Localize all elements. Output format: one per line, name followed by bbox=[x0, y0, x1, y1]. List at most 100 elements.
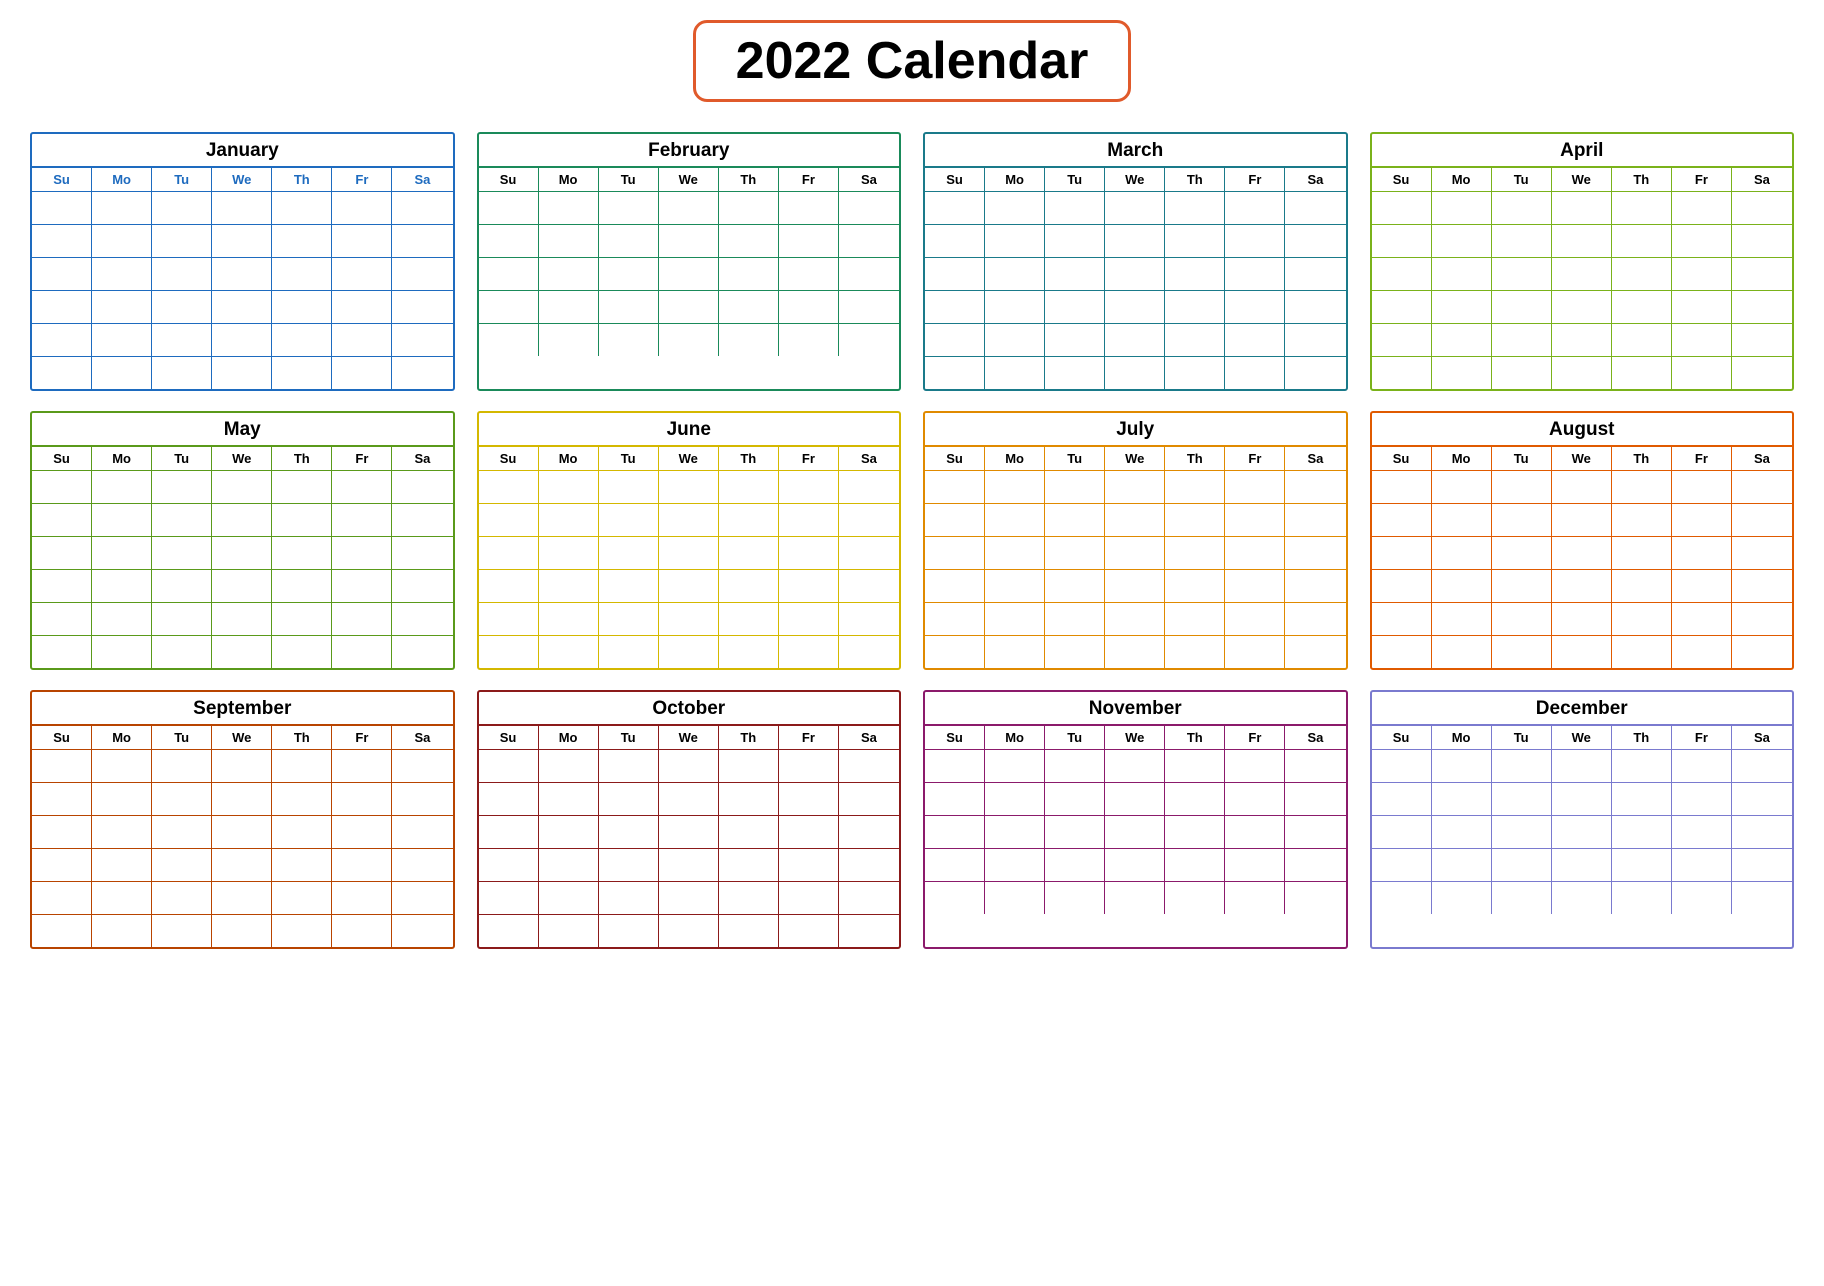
day-cell bbox=[1492, 603, 1552, 635]
day-cell bbox=[1492, 636, 1552, 668]
day-cell bbox=[1105, 750, 1165, 782]
week-row bbox=[32, 915, 453, 947]
day-cell bbox=[1165, 291, 1225, 323]
day-header-su: Su bbox=[479, 168, 539, 191]
day-header-fr: Fr bbox=[1225, 168, 1285, 191]
day-cell bbox=[479, 291, 539, 323]
day-cell bbox=[1285, 504, 1345, 536]
day-cell bbox=[1225, 882, 1285, 914]
day-header-su: Su bbox=[925, 168, 985, 191]
day-cell bbox=[1552, 537, 1612, 569]
week-row bbox=[925, 882, 1346, 914]
day-cell bbox=[925, 225, 985, 257]
day-cell bbox=[332, 783, 392, 815]
week-row bbox=[479, 849, 900, 882]
week-row bbox=[925, 750, 1346, 783]
day-cell bbox=[1672, 849, 1732, 881]
day-cell bbox=[332, 882, 392, 914]
day-cell bbox=[392, 750, 452, 782]
day-cell bbox=[92, 291, 152, 323]
week-row bbox=[479, 324, 900, 356]
day-cell bbox=[32, 816, 92, 848]
day-cell bbox=[1372, 636, 1432, 668]
day-cell bbox=[332, 750, 392, 782]
day-cell bbox=[272, 636, 332, 668]
day-header-tu: Tu bbox=[152, 726, 212, 749]
day-cell bbox=[779, 471, 839, 503]
day-header-th: Th bbox=[1165, 726, 1225, 749]
day-cell bbox=[1612, 192, 1672, 224]
day-cell bbox=[1612, 504, 1672, 536]
day-cell bbox=[479, 750, 539, 782]
day-cell bbox=[1492, 471, 1552, 503]
day-cell bbox=[659, 636, 719, 668]
day-cell bbox=[212, 324, 272, 356]
day-cell bbox=[659, 504, 719, 536]
day-cell bbox=[479, 636, 539, 668]
day-cell bbox=[1045, 636, 1105, 668]
day-cell bbox=[839, 915, 899, 947]
day-cell bbox=[1225, 504, 1285, 536]
day-cell bbox=[332, 357, 392, 389]
day-header-sa: Sa bbox=[1732, 726, 1792, 749]
day-cell bbox=[779, 225, 839, 257]
day-cell bbox=[92, 849, 152, 881]
day-header-fr: Fr bbox=[1672, 447, 1732, 470]
day-cell bbox=[719, 849, 779, 881]
day-cell bbox=[1492, 504, 1552, 536]
week-row bbox=[1372, 783, 1793, 816]
day-header-th: Th bbox=[1612, 447, 1672, 470]
day-cell bbox=[985, 471, 1045, 503]
day-cell bbox=[1045, 504, 1105, 536]
day-cell bbox=[839, 258, 899, 290]
day-cell bbox=[92, 504, 152, 536]
day-cell bbox=[719, 816, 779, 848]
day-cell bbox=[272, 816, 332, 848]
week-row bbox=[925, 537, 1346, 570]
week-row bbox=[1372, 258, 1793, 291]
day-header-su: Su bbox=[925, 726, 985, 749]
day-cell bbox=[92, 570, 152, 602]
week-row bbox=[479, 471, 900, 504]
day-cell bbox=[212, 570, 272, 602]
day-cell bbox=[32, 291, 92, 323]
day-cell bbox=[479, 783, 539, 815]
day-cell bbox=[1492, 882, 1552, 914]
day-cell bbox=[392, 324, 452, 356]
day-header-tu: Tu bbox=[1492, 726, 1552, 749]
day-cell bbox=[599, 882, 659, 914]
day-header-sa: Sa bbox=[1285, 726, 1345, 749]
day-cell bbox=[539, 192, 599, 224]
day-header-th: Th bbox=[1165, 168, 1225, 191]
day-cell bbox=[659, 471, 719, 503]
day-cell bbox=[1492, 750, 1552, 782]
month-nov: NovemberSuMoTuWeThFrSa bbox=[923, 690, 1348, 949]
day-cell bbox=[1372, 258, 1432, 290]
day-cell bbox=[719, 192, 779, 224]
day-cell bbox=[985, 570, 1045, 602]
week-row bbox=[32, 603, 453, 636]
month-header-oct: October bbox=[479, 692, 900, 726]
day-cell bbox=[1552, 225, 1612, 257]
day-cell bbox=[1552, 471, 1612, 503]
week-row bbox=[1372, 636, 1793, 668]
day-cell bbox=[985, 849, 1045, 881]
day-cell bbox=[659, 291, 719, 323]
day-cell bbox=[479, 849, 539, 881]
day-cell bbox=[1612, 570, 1672, 602]
day-cell bbox=[1225, 537, 1285, 569]
day-cell bbox=[985, 504, 1045, 536]
day-cell bbox=[152, 570, 212, 602]
month-header-dec: December bbox=[1372, 692, 1793, 726]
day-cell bbox=[1285, 816, 1345, 848]
day-cell bbox=[1552, 849, 1612, 881]
day-cell bbox=[839, 291, 899, 323]
day-cell bbox=[1732, 636, 1792, 668]
day-cell bbox=[1552, 882, 1612, 914]
day-cell bbox=[479, 882, 539, 914]
day-cell bbox=[839, 849, 899, 881]
day-cell bbox=[1612, 603, 1672, 635]
day-cell bbox=[32, 915, 92, 947]
day-header-th: Th bbox=[719, 447, 779, 470]
day-cell bbox=[599, 750, 659, 782]
